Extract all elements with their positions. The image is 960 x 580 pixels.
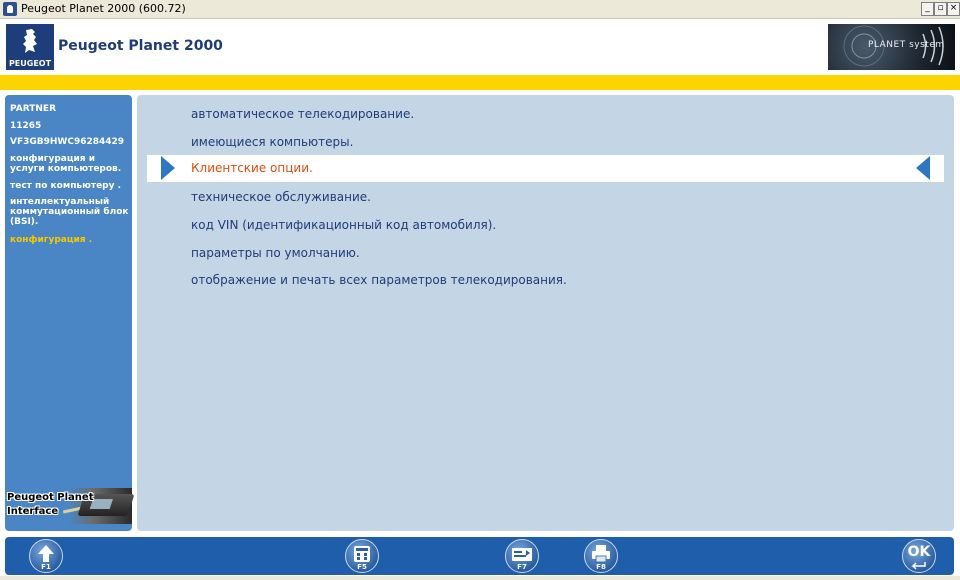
f8-print-button[interactable]: F8 <box>584 539 618 573</box>
sidebar-item-configuration[interactable]: конфигурация . <box>10 235 130 245</box>
window-title: Peugeot Planet 2000 (600.72) <box>21 2 186 15</box>
planet-interface-logo: Peugeot Planet Interface <box>5 488 135 524</box>
planet-logo-text: PLANET system <box>868 40 945 50</box>
f1-back-button[interactable]: F1 <box>29 539 63 573</box>
ok-button[interactable]: OK <box>902 539 936 573</box>
enter-icon <box>911 562 926 570</box>
title-bar: Peugeot Planet 2000 (600.72) _ ▫ × <box>0 0 960 19</box>
app-title: Peugeot Planet 2000 <box>58 38 223 54</box>
close-button[interactable]: × <box>947 2 960 16</box>
sidebar-vehicle-code: 11265 <box>10 121 42 131</box>
menu-item[interactable]: техническое обслуживание. <box>191 187 371 207</box>
maximize-button[interactable]: ▫ <box>934 2 947 16</box>
f7-label: F7 <box>517 563 527 571</box>
sidebar-vehicle-model: PARTNER <box>10 104 57 114</box>
sidebar: PARTNER 11265 VF3GB9HWC96284429 конфигур… <box>5 95 135 531</box>
function-key-bar: F1 F5 F7 F8 OK <box>5 537 954 575</box>
peugeot-logo: PEUGEOT <box>6 24 54 70</box>
menu-panel: автоматическое телекодирование. имеющиес… <box>137 95 954 531</box>
status-strip <box>0 576 960 580</box>
sidebar-vin: VF3GB9HWC96284429 <box>10 137 125 147</box>
menu-item[interactable]: параметры по умолчанию. <box>191 243 360 263</box>
menu-item[interactable]: код VIN (идентификационный код автомобил… <box>191 215 496 235</box>
app-icon <box>3 2 17 16</box>
lion-icon <box>23 29 37 53</box>
sidebar-item-bsi[interactable]: интеллектуальный коммутационный блок (BS… <box>10 197 130 227</box>
menu-item[interactable]: автоматическое телекодирование. <box>191 104 414 124</box>
menu-item[interactable]: отображение и печать всех параметров тел… <box>191 270 567 290</box>
arrow-left-icon <box>916 156 930 180</box>
f5-button[interactable]: F5 <box>345 539 379 573</box>
menu-item[interactable]: имеющиеся компьютеры. <box>191 132 353 152</box>
interface-logo-text: Peugeot Planet Interface <box>7 492 94 517</box>
brand-text: PEUGEOT <box>8 59 52 68</box>
sidebar-item-config-services[interactable]: конфигурация и услуги компьютеров. <box>10 154 130 174</box>
f7-button[interactable]: F7 <box>505 539 539 573</box>
accent-bar <box>0 75 960 90</box>
f8-label: F8 <box>596 563 606 571</box>
minimize-button[interactable]: _ <box>921 2 934 16</box>
planet-system-logo: PLANET system <box>828 24 955 70</box>
sidebar-item-computer-test[interactable]: тест по компьютеру . <box>10 181 130 191</box>
f1-label: F1 <box>41 563 51 571</box>
selected-menu-row[interactable]: Клиентские опции. <box>147 155 944 182</box>
f5-label: F5 <box>357 563 367 571</box>
menu-item-selected[interactable]: Клиентские опции. <box>191 158 313 178</box>
arrow-right-icon <box>161 156 175 180</box>
